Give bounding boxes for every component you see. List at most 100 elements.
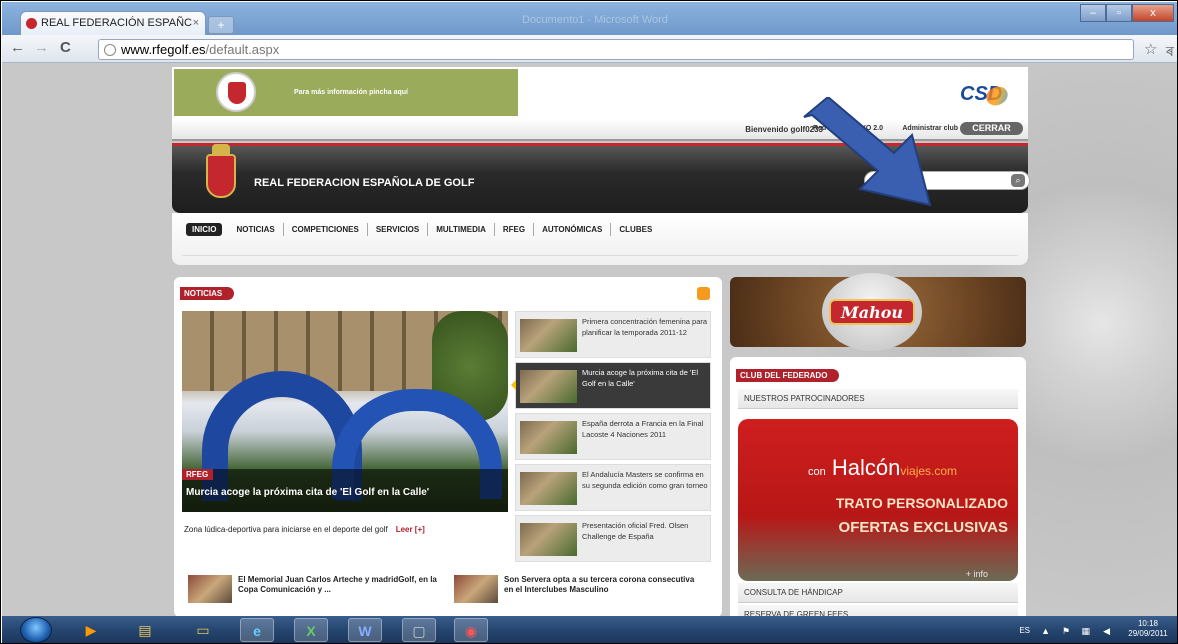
page-viewport: Para más información pincha aquí CSD Bie… <box>2 63 1177 616</box>
internet-explorer-icon[interactable]: e <box>240 618 274 642</box>
forward-button[interactable]: → <box>34 39 49 56</box>
news-panel: NOTICIAS RFEG Murcia acoge la próxima ci… <box>174 277 722 616</box>
site-title[interactable]: REAL FEDERACION ESPAÑOLA DE GOLF <box>254 177 474 189</box>
feature-summary: Zona lúdica-deportiva para iniciarse en … <box>184 525 425 534</box>
annotation-arrow-icon <box>803 97 932 207</box>
url-domain: www.rfegolf.es <box>121 42 206 57</box>
search-icon[interactable]: ⌕ <box>1011 174 1025 187</box>
nav-inicio[interactable]: INICIO <box>186 223 223 236</box>
minimize-button[interactable]: – <box>1080 4 1106 22</box>
news-item[interactable]: Presentación oficial Fred. Olsen Challen… <box>515 515 711 562</box>
wrench-menu-icon[interactable]: ৰ <box>1166 40 1174 64</box>
feature-tag: RFEG <box>182 469 214 480</box>
window-controls: – ▫ x <box>1080 4 1174 22</box>
news-item-active[interactable]: Murcia acoge la próxima cita de 'El Golf… <box>511 362 711 409</box>
news-item[interactable]: Primera concentración femenina para plan… <box>515 311 711 358</box>
news-thumbnail <box>454 575 498 603</box>
news-item-text: El Andalucía Masters se confirma en su s… <box>582 470 708 490</box>
screen: REAL FEDERACIÓN ESPAÑC × + Documento1 - … <box>0 0 1178 644</box>
halcon-ad[interactable]: con Halcónviajes.com TRATO PERSONALIZADO… <box>738 419 1018 581</box>
nav-multimedia[interactable]: MULTIMEDIA <box>427 223 494 236</box>
club-badge: CLUB DEL FEDERADO <box>736 369 840 382</box>
halcon-brand: Halcón <box>831 455 901 480</box>
nav-competiciones[interactable]: COMPETICIONES <box>282 223 367 236</box>
sidebar: Mahou CLUB DEL FEDERADO NUESTROS PATROCI… <box>730 273 1026 616</box>
nav-divider <box>182 255 1018 256</box>
clock[interactable]: 10:18 29/09/2011 <box>1126 619 1170 639</box>
bottom-news-item[interactable]: El Memorial Juan Carlos Arteche y madrid… <box>184 571 442 615</box>
bottom-news-text: El Memorial Juan Carlos Arteche y madrid… <box>238 575 437 594</box>
window-icon[interactable]: ▢ <box>402 618 436 642</box>
maximize-button[interactable]: ▫ <box>1106 4 1132 22</box>
news-item[interactable]: El Andalucía Masters se confirma en su s… <box>515 464 711 511</box>
news-item-text: Presentación oficial Fred. Olsen Challen… <box>582 521 689 541</box>
volume-icon[interactable]: ◀ <box>1103 626 1110 637</box>
leer-mas-link[interactable]: Leer [+] <box>396 525 425 534</box>
rfeg-crest-icon[interactable] <box>206 144 236 198</box>
address-bar[interactable]: www.rfegolf.es/default.aspx <box>98 39 1134 60</box>
background-window-title: Documento1 - Microsoft Word <box>522 14 668 26</box>
noticias-badge: NOTICIAS <box>180 287 235 300</box>
language-indicator[interactable]: ES <box>1019 626 1030 635</box>
feature-caption[interactable]: RFEG Murcia acoge la próxima cita de 'El… <box>182 469 508 512</box>
browser-tabstrip: REAL FEDERACIÓN ESPAÑC × + Documento1 - … <box>2 2 1177 36</box>
trato-text: TRATO PERSONALIZADO <box>835 495 1008 511</box>
promo-banner[interactable]: Para más información pincha aquí <box>174 69 518 116</box>
nav-clubes[interactable]: CLUBES <box>610 223 660 236</box>
browser-toolbar: ← → C www.rfegolf.es/default.aspx ☆ ৰ <box>2 35 1177 64</box>
chrome-icon[interactable]: ◉ <box>454 618 488 642</box>
halcon-logo: con Halcónviajes.com <box>808 455 957 481</box>
nav-noticias[interactable]: NOTICIAS <box>228 223 282 236</box>
word-icon[interactable]: W <box>348 618 382 642</box>
green-fees-row[interactable]: RESERVA DE GREEN FEES <box>738 605 1018 616</box>
new-tab-button[interactable]: + <box>208 16 234 34</box>
patrocinadores-row[interactable]: NUESTROS PATROCINADORES <box>738 389 1018 409</box>
feature-summary-text: Zona lúdica-deportiva para iniciarse en … <box>184 525 388 534</box>
nav-rfeg[interactable]: RFEG <box>493 223 533 236</box>
nav-servicios[interactable]: SERVICIOS <box>366 223 427 236</box>
browser-tab[interactable]: REAL FEDERACIÓN ESPAÑC × <box>20 11 206 36</box>
tab-close-icon[interactable]: × <box>193 17 199 29</box>
nav-autonomicas[interactable]: AUTONÓMICAS <box>533 223 610 236</box>
clock-time: 10:18 <box>1137 619 1159 628</box>
network-icon[interactable]: ▦ <box>1081 626 1090 637</box>
news-item-text: España derrota a Francia en la Final Lac… <box>582 419 704 439</box>
file-explorer-icon[interactable]: ▤ <box>128 618 162 642</box>
start-button[interactable] <box>20 617 52 643</box>
news-thumbnail <box>520 319 577 352</box>
reload-button[interactable]: C <box>60 39 71 56</box>
tab-title: REAL FEDERACIÓN ESPAÑC <box>41 17 192 29</box>
news-item[interactable]: España derrota a Francia en la Final Lac… <box>515 413 711 460</box>
windows-taskbar: ▶ ▤ ▭ e X W ▢ ◉ ES ▲ ⚑ ▦ ◀ 10:18 29/09/2… <box>2 616 1177 643</box>
feature-title[interactable]: Murcia acoge la próxima cita de 'El Golf… <box>186 487 429 498</box>
url-path: /default.aspx <box>205 42 280 57</box>
bottom-news-item[interactable]: Son Servera opta a su tercera corona con… <box>450 571 710 615</box>
mahou-banner[interactable]: Mahou <box>730 273 1026 351</box>
tray-expand-icon[interactable]: ▲ <box>1041 626 1050 636</box>
csd-logo[interactable]: CSD <box>960 71 1011 111</box>
news-thumbnail <box>520 523 577 556</box>
bookmark-star-icon[interactable]: ☆ <box>1144 40 1157 58</box>
excel-icon[interactable]: X <box>294 618 328 642</box>
club-del-federado: CLUB DEL FEDERADO NUESTROS PATROCINADORE… <box>730 357 1026 616</box>
rss-icon[interactable] <box>697 287 710 300</box>
clock-date: 29/09/2011 <box>1128 629 1168 638</box>
main-nav: INICIO NOTICIAS COMPETICIONES SERVICIOS … <box>172 213 1028 265</box>
halcon-pre: con <box>808 466 826 478</box>
close-window-button[interactable]: x <box>1132 4 1174 22</box>
back-button[interactable]: ← <box>10 39 25 56</box>
handicap-row[interactable]: CONSULTA DE HÁNDICAP <box>738 583 1018 603</box>
ofertas-text: OFERTAS EXCLUSIVAS <box>838 519 1008 536</box>
info-link[interactable]: + info <box>966 569 988 579</box>
news-thumbnail <box>188 575 232 603</box>
news-thumbnail <box>520 472 577 505</box>
news-item-text: Primera concentración femenina para plan… <box>582 317 708 337</box>
cerrar-button[interactable]: CERRAR <box>960 122 1023 135</box>
halcon-suffix: viajes.com <box>900 464 958 478</box>
media-player-icon[interactable]: ▶ <box>74 618 108 642</box>
news-thumbnail <box>520 421 577 454</box>
flag-icon[interactable]: ⚑ <box>1062 626 1070 637</box>
bottom-news-text: Son Servera opta a su tercera corona con… <box>504 575 695 594</box>
promo-text: Para más información pincha aquí <box>294 89 408 96</box>
folder-icon[interactable]: ▭ <box>186 618 220 642</box>
